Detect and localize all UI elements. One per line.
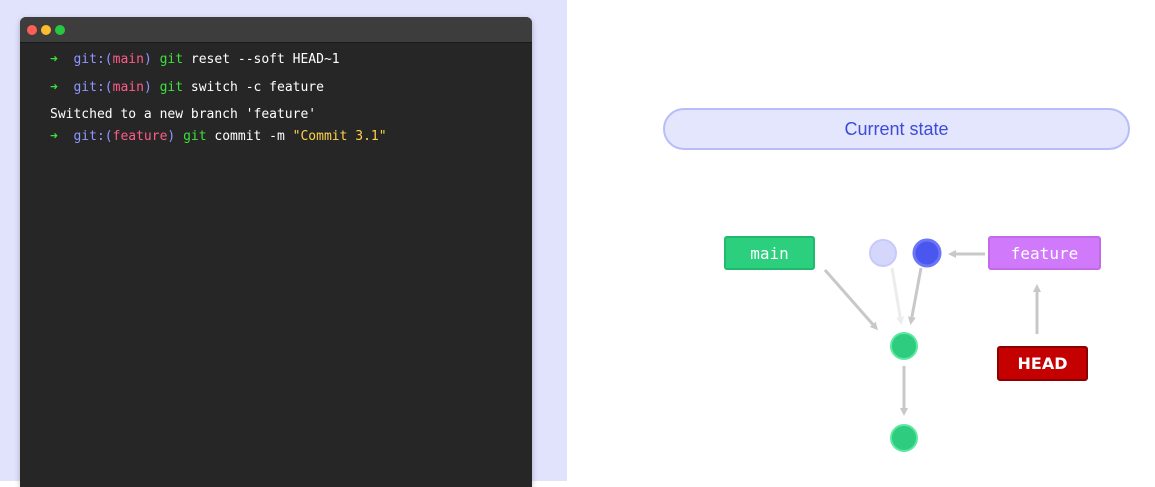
commit-node-1 bbox=[890, 424, 918, 452]
faded-commit-node bbox=[869, 239, 897, 267]
new-commit-node bbox=[912, 238, 942, 268]
commit-node-2 bbox=[890, 332, 918, 360]
head-label: HEAD bbox=[997, 346, 1088, 381]
head-text: HEAD bbox=[1017, 354, 1068, 373]
main-pointer-arrow bbox=[823, 269, 878, 331]
feature-branch-label: feature bbox=[988, 236, 1101, 270]
new-commit-parent-arrow bbox=[907, 267, 923, 325]
feature-branch-text: feature bbox=[1010, 243, 1079, 263]
faded-parent-arrow bbox=[890, 267, 905, 325]
main-branch-text: main bbox=[750, 243, 789, 263]
commit-graph bbox=[823, 238, 1041, 452]
main-branch-label: main bbox=[724, 236, 815, 270]
